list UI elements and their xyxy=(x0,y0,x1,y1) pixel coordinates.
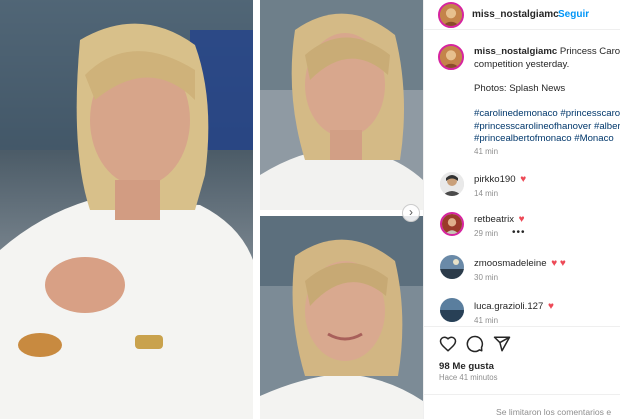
comment-time: 41 min xyxy=(474,316,499,325)
caption-author-avatar[interactable] xyxy=(438,44,464,70)
caption-text-line2: competition yesterday. xyxy=(474,58,570,70)
comment-username[interactable]: luca.grazioli.127 ♥ xyxy=(474,301,554,312)
comments-limited-bar: Se limitaron los comentarios e xyxy=(424,394,620,419)
author-avatar[interactable] xyxy=(438,2,464,28)
commenter-avatar[interactable] xyxy=(440,172,464,196)
caption-time: 41 min xyxy=(474,147,499,156)
comment-time: 30 min xyxy=(474,273,499,282)
hashtags: #carolinedemonaco #princesscarolin #prin… xyxy=(474,108,620,146)
heart-icon: ♥ ♥ xyxy=(551,258,566,269)
comment-item: luca.grazioli.127 ♥ 41 min xyxy=(424,296,620,326)
caption-username[interactable]: miss_nostalgiamc xyxy=(474,46,557,57)
caption-text-line1: Princess Caroline xyxy=(559,46,620,57)
hashtag-line[interactable]: #carolinedemonaco #princesscarolin xyxy=(474,108,620,121)
post-caption: miss_nostalgiamc Princess Caroline compe… xyxy=(474,46,620,71)
post-actions-bar xyxy=(424,326,620,354)
comment-item: pirkko190 ♥ 14 min xyxy=(424,170,620,210)
more-options-icon[interactable]: ••• xyxy=(512,227,526,238)
comment-username[interactable]: zmoosmadeleine ♥ ♥ xyxy=(474,258,566,269)
comment-item: zmoosmadeleine ♥ ♥ 30 min xyxy=(424,253,620,293)
carousel-next-button[interactable]: › xyxy=(402,204,420,222)
comment-username[interactable]: pirkko190 ♥ xyxy=(474,174,526,185)
likes-count[interactable]: 98 Me gusta xyxy=(439,361,494,372)
hashtag-line[interactable]: #princesscarolineofhanover #alberto xyxy=(474,121,620,134)
photo-top-right xyxy=(260,0,423,210)
photos-credit: Photos: Splash News xyxy=(474,83,566,94)
commenter-avatar[interactable] xyxy=(440,212,464,236)
photo-main xyxy=(0,0,253,419)
commenter-avatar[interactable] xyxy=(440,255,464,279)
heart-icon[interactable] xyxy=(439,335,457,353)
comment-time: 14 min xyxy=(474,189,499,198)
post-photo-collage[interactable]: › xyxy=(0,0,423,419)
post-side-panel: miss_nostalgiamc Seguir miss_nostalgiamc… xyxy=(423,0,620,419)
heart-icon: ♥ xyxy=(548,301,554,312)
hashtag-line[interactable]: #princealbertofmonaco #Monaco xyxy=(474,133,620,146)
post-timestamp: Hace 41 minutos xyxy=(439,373,498,382)
photo-bottom-right xyxy=(260,216,423,419)
share-icon[interactable] xyxy=(493,335,511,353)
commenter-avatar[interactable] xyxy=(440,298,464,322)
post-header: miss_nostalgiamc Seguir xyxy=(424,0,620,30)
follow-button[interactable]: Seguir xyxy=(558,9,589,20)
comment-username[interactable]: retbeatrix ♥ xyxy=(474,214,525,225)
author-username[interactable]: miss_nostalgiamc xyxy=(472,9,559,20)
comment-time: 29 min xyxy=(474,229,499,238)
comment-item: retbeatrix ♥ 29 min ••• xyxy=(424,210,620,250)
comment-icon[interactable] xyxy=(466,335,484,353)
heart-icon: ♥ xyxy=(520,174,527,185)
comments-limited-notice: Se limitaron los comentarios e xyxy=(496,407,612,417)
heart-icon: ♥ xyxy=(518,214,525,225)
